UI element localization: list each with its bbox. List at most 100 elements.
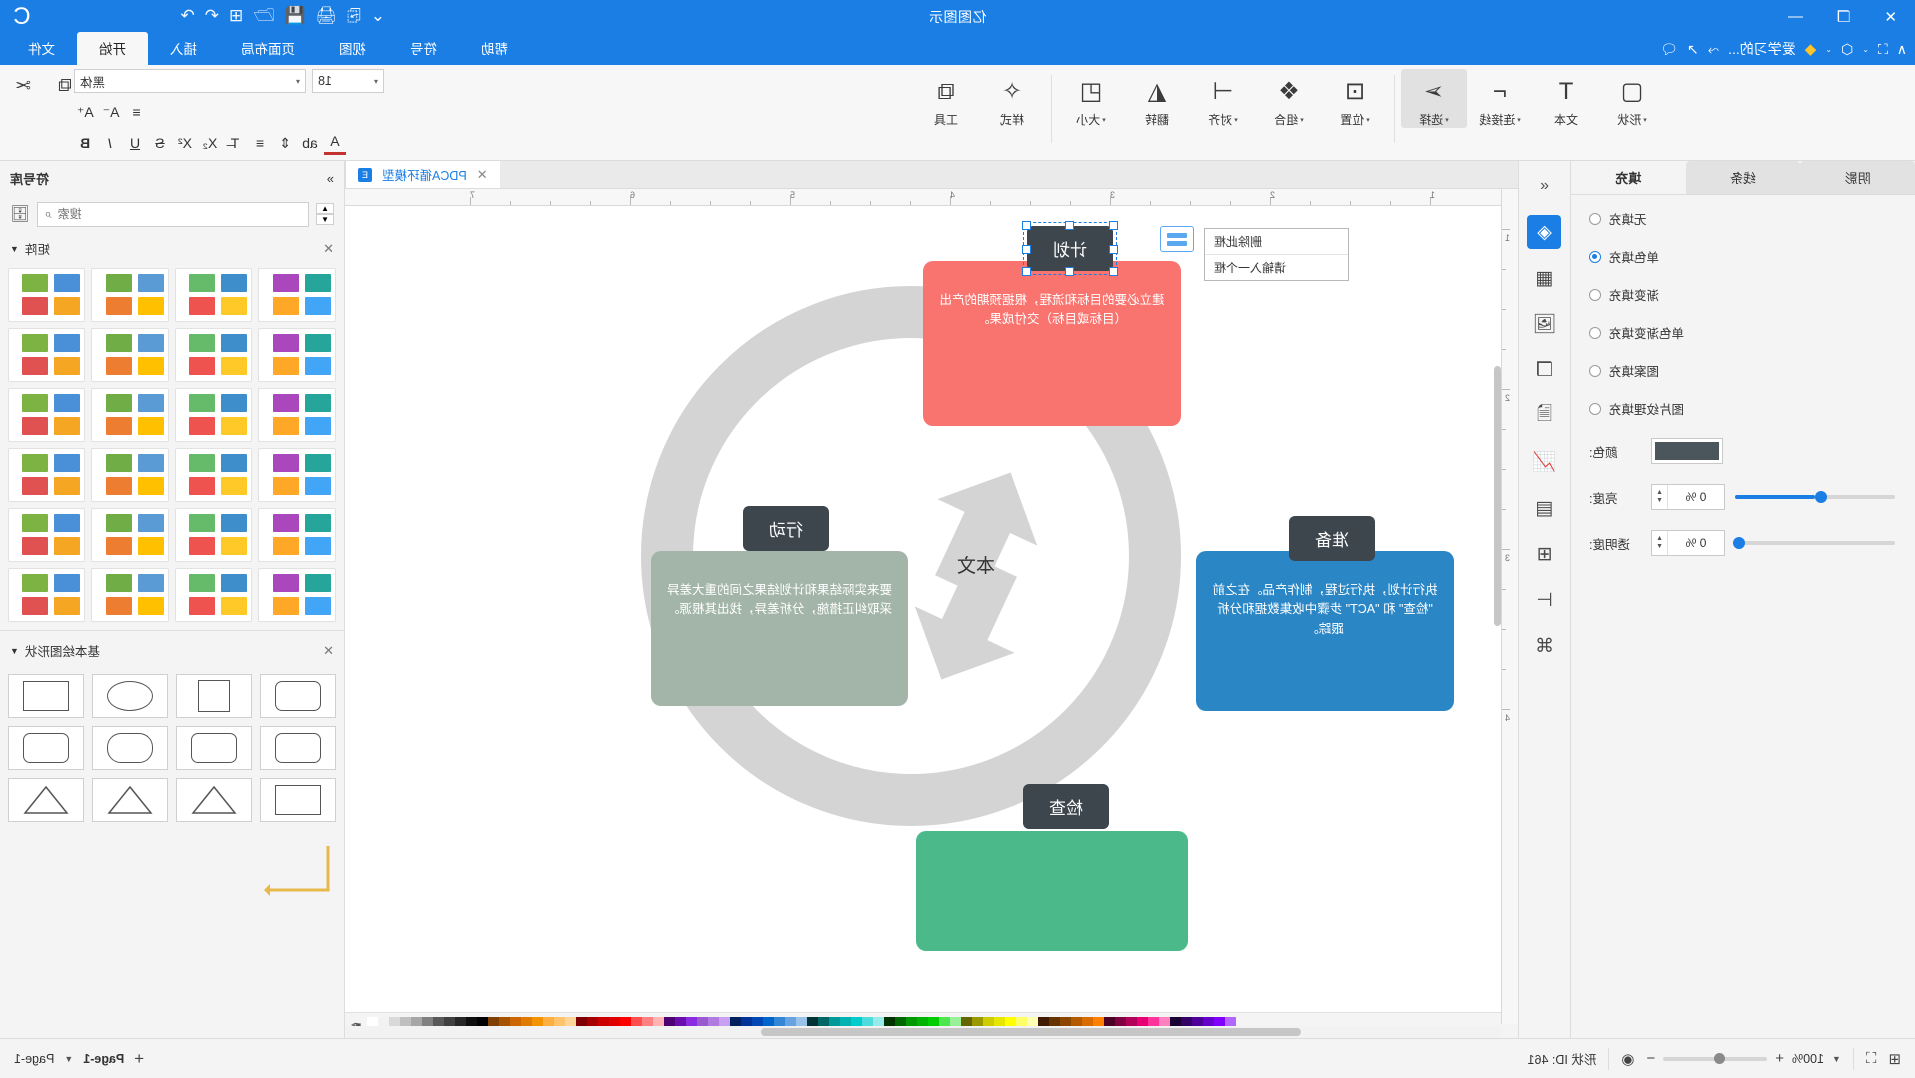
library-template-thumbnail[interactable]: [91, 268, 169, 322]
library-template-thumbnail[interactable]: [91, 448, 169, 502]
basic-shapes-grid[interactable]: [0, 666, 344, 830]
zoom-out-icon[interactable]: −: [1646, 1050, 1655, 1067]
comment-icon[interactable]: 🗨: [1660, 41, 1678, 58]
tooltip-item-delete[interactable]: 请输入一个框: [1205, 254, 1348, 280]
chart-icon[interactable]: 📈: [1528, 445, 1562, 479]
document-tab[interactable]: E PDCA循环模型 ✕: [345, 161, 500, 188]
radio-icon[interactable]: [1589, 288, 1601, 301]
library-template-thumbnail[interactable]: [91, 388, 169, 442]
theme-icon[interactable]: ⬡: [1841, 41, 1853, 58]
format-tab-shadow[interactable]: 阴影: [1800, 161, 1915, 194]
font-format-row-2[interactable]: A ab ⇕ ≡ T̶ X₂ X² S U I B: [74, 131, 404, 155]
chevron-down-icon[interactable]: ▼: [10, 244, 19, 254]
shape-triangle-3[interactable]: [176, 778, 252, 822]
tool-select[interactable]: ➢ ▾ 选择: [1401, 69, 1467, 128]
library-template-thumbnail[interactable]: [258, 388, 336, 442]
document-icon[interactable]: 🗎: [1528, 399, 1562, 433]
font-format-row-1[interactable]: ≡ A⁻ A⁺: [74, 100, 404, 124]
format-tab-line[interactable]: 线条: [1685, 161, 1801, 194]
save-icon[interactable]: 💾: [284, 4, 305, 28]
shape-ellipse[interactable]: [92, 674, 168, 718]
chevron-down-icon[interactable]: ▼: [10, 646, 19, 656]
tab-view[interactable]: 视图: [317, 32, 388, 65]
subscript-icon[interactable]: X²: [174, 131, 196, 155]
table-icon[interactable]: ▤: [1528, 491, 1562, 525]
decrease-font-icon[interactable]: A⁻: [100, 100, 123, 124]
node-do[interactable]: 要来实际结果和计划结果之间的重大差异采取纠正措施，分析差异，找出其根源。: [651, 551, 908, 706]
library-section-basic-shapes[interactable]: ▼ 基本绘图形状 ✕: [0, 635, 344, 666]
zoom-slider[interactable]: [1663, 1052, 1768, 1064]
bold-icon[interactable]: B: [74, 131, 96, 155]
highlight-icon[interactable]: ab: [299, 131, 321, 155]
line-spacing-icon[interactable]: ⇕: [274, 131, 296, 155]
node-do-body[interactable]: 要来实际结果和计划结果之间的重大差异采取纠正措施，分析差异，找出其根源。: [651, 551, 908, 634]
add-box-button[interactable]: [1160, 226, 1194, 252]
fill-option-solid[interactable]: 单色填充: [1589, 247, 1659, 266]
library-template-thumbnail[interactable]: [175, 448, 253, 502]
collapse-panel-icon[interactable]: «: [1528, 169, 1562, 203]
font-color-icon[interactable]: A: [324, 131, 346, 155]
connect-icon[interactable]: ⌘: [1528, 629, 1562, 663]
transparency-slider[interactable]: [1733, 537, 1895, 549]
shape-rect-outline[interactable]: [260, 778, 336, 822]
tab-insert[interactable]: 插入: [148, 32, 219, 65]
font-family-select[interactable]: ▾ 黑体: [74, 69, 306, 93]
chevron-down-icon[interactable]: ▼: [316, 214, 334, 225]
fill-option-mono-gradient[interactable]: 单色渐变填充: [1589, 323, 1684, 342]
library-template-thumbnail[interactable]: [175, 388, 253, 442]
chevron-up-icon[interactable]: ▲: [316, 203, 334, 214]
vertical-ruler[interactable]: 1 2 3 4: [1501, 189, 1518, 1024]
node-do-tag[interactable]: 行动: [743, 506, 829, 551]
library-template-thumbnail[interactable]: [8, 508, 86, 562]
fill-option-gradient[interactable]: 渐变填充: [1589, 285, 1659, 304]
cut-icon[interactable]: ✂: [8, 71, 38, 101]
full-page-icon[interactable]: ⊞: [1888, 1050, 1901, 1068]
search-field[interactable]: [57, 207, 302, 221]
tool-align[interactable]: ⊣ ▾ 对齐: [1190, 69, 1256, 128]
align-icon[interactable]: ≡: [125, 100, 147, 124]
chevron-down-icon[interactable]: ⌄: [1862, 45, 1869, 54]
tool-tools[interactable]: ⧉ 工具: [913, 69, 979, 128]
library-nav-arrows[interactable]: ▲ ▼: [316, 203, 334, 225]
fit-page-icon[interactable]: ⛶: [1866, 1050, 1877, 1067]
collapse-ribbon-icon[interactable]: ∧: [1897, 41, 1907, 58]
increase-font-icon[interactable]: A⁺: [74, 100, 97, 124]
library-template-thumbnail[interactable]: [258, 448, 336, 502]
library-template-thumbnail[interactable]: [175, 508, 253, 562]
library-template-thumbnail[interactable]: [258, 328, 336, 382]
chevron-down-icon[interactable]: ▼: [1832, 1054, 1841, 1064]
underline-icon[interactable]: U: [124, 131, 146, 155]
shape-rounded-4[interactable]: [260, 726, 336, 770]
library-template-thumbnail[interactable]: [175, 328, 253, 382]
node-act[interactable]: 执行计划，执行过程，制作产品。在之前 "检查" 和 "ACT" 步骤中收集数据和…: [1196, 551, 1454, 711]
tab-home[interactable]: 开始: [77, 32, 148, 65]
shape-rounded-3[interactable]: [176, 726, 252, 770]
library-template-thumbnail[interactable]: [8, 388, 86, 442]
fill-options[interactable]: 无填充 单色填充 渐变填充 单色渐变填充 图案填充 图片纹理填充: [1571, 195, 1915, 418]
tab-page-layout[interactable]: 页面布局: [219, 32, 317, 65]
tool-text[interactable]: T 文本: [1533, 69, 1599, 128]
fill-color-swatch[interactable]: [1651, 438, 1723, 464]
vertical-scrollbar[interactable]: [1494, 366, 1501, 626]
undo-icon[interactable]: ↶: [205, 4, 219, 28]
export-icon[interactable]: ⎘: [347, 4, 361, 28]
scrollbar-thumb[interactable]: [761, 1028, 1301, 1036]
close-icon[interactable]: ✕: [323, 241, 334, 257]
node-plan[interactable]: 建立必要的目标和流程，根据预期的产出（目标或目标）交付成果。: [923, 261, 1181, 426]
resize-handle[interactable]: [1065, 221, 1074, 230]
tool-group[interactable]: ❖ ▾ 组合: [1256, 69, 1322, 128]
quick-access-toolbar[interactable]: ∧ ⛶ ⌄ ⬡ ⌄ ◆ 爱学习的... ⤳ ↗ 🗨: [1660, 33, 1907, 65]
library-template-thumbnail[interactable]: [8, 268, 86, 322]
open-folder-icon[interactable]: 🗁: [253, 4, 274, 28]
node-plan-tag[interactable]: 计划: [1022, 221, 1118, 276]
fill-option-image-texture[interactable]: 图片纹理填充: [1589, 399, 1684, 418]
slider-knob[interactable]: [1733, 537, 1745, 549]
node-check[interactable]: [916, 831, 1188, 951]
resize-handle[interactable]: [1022, 267, 1031, 276]
ribbon-tabs[interactable]: 帮助 符号 视图 页面布局 插入 开始 文件: [6, 32, 530, 65]
resize-handle[interactable]: [1065, 267, 1074, 276]
context-tooltip[interactable]: 删除此框 请输入一个框: [1204, 228, 1349, 281]
resize-handle[interactable]: [1022, 221, 1031, 230]
redo-icon[interactable]: ↷: [181, 4, 195, 28]
apps-grid-icon[interactable]: ⛶: [1878, 41, 1888, 58]
